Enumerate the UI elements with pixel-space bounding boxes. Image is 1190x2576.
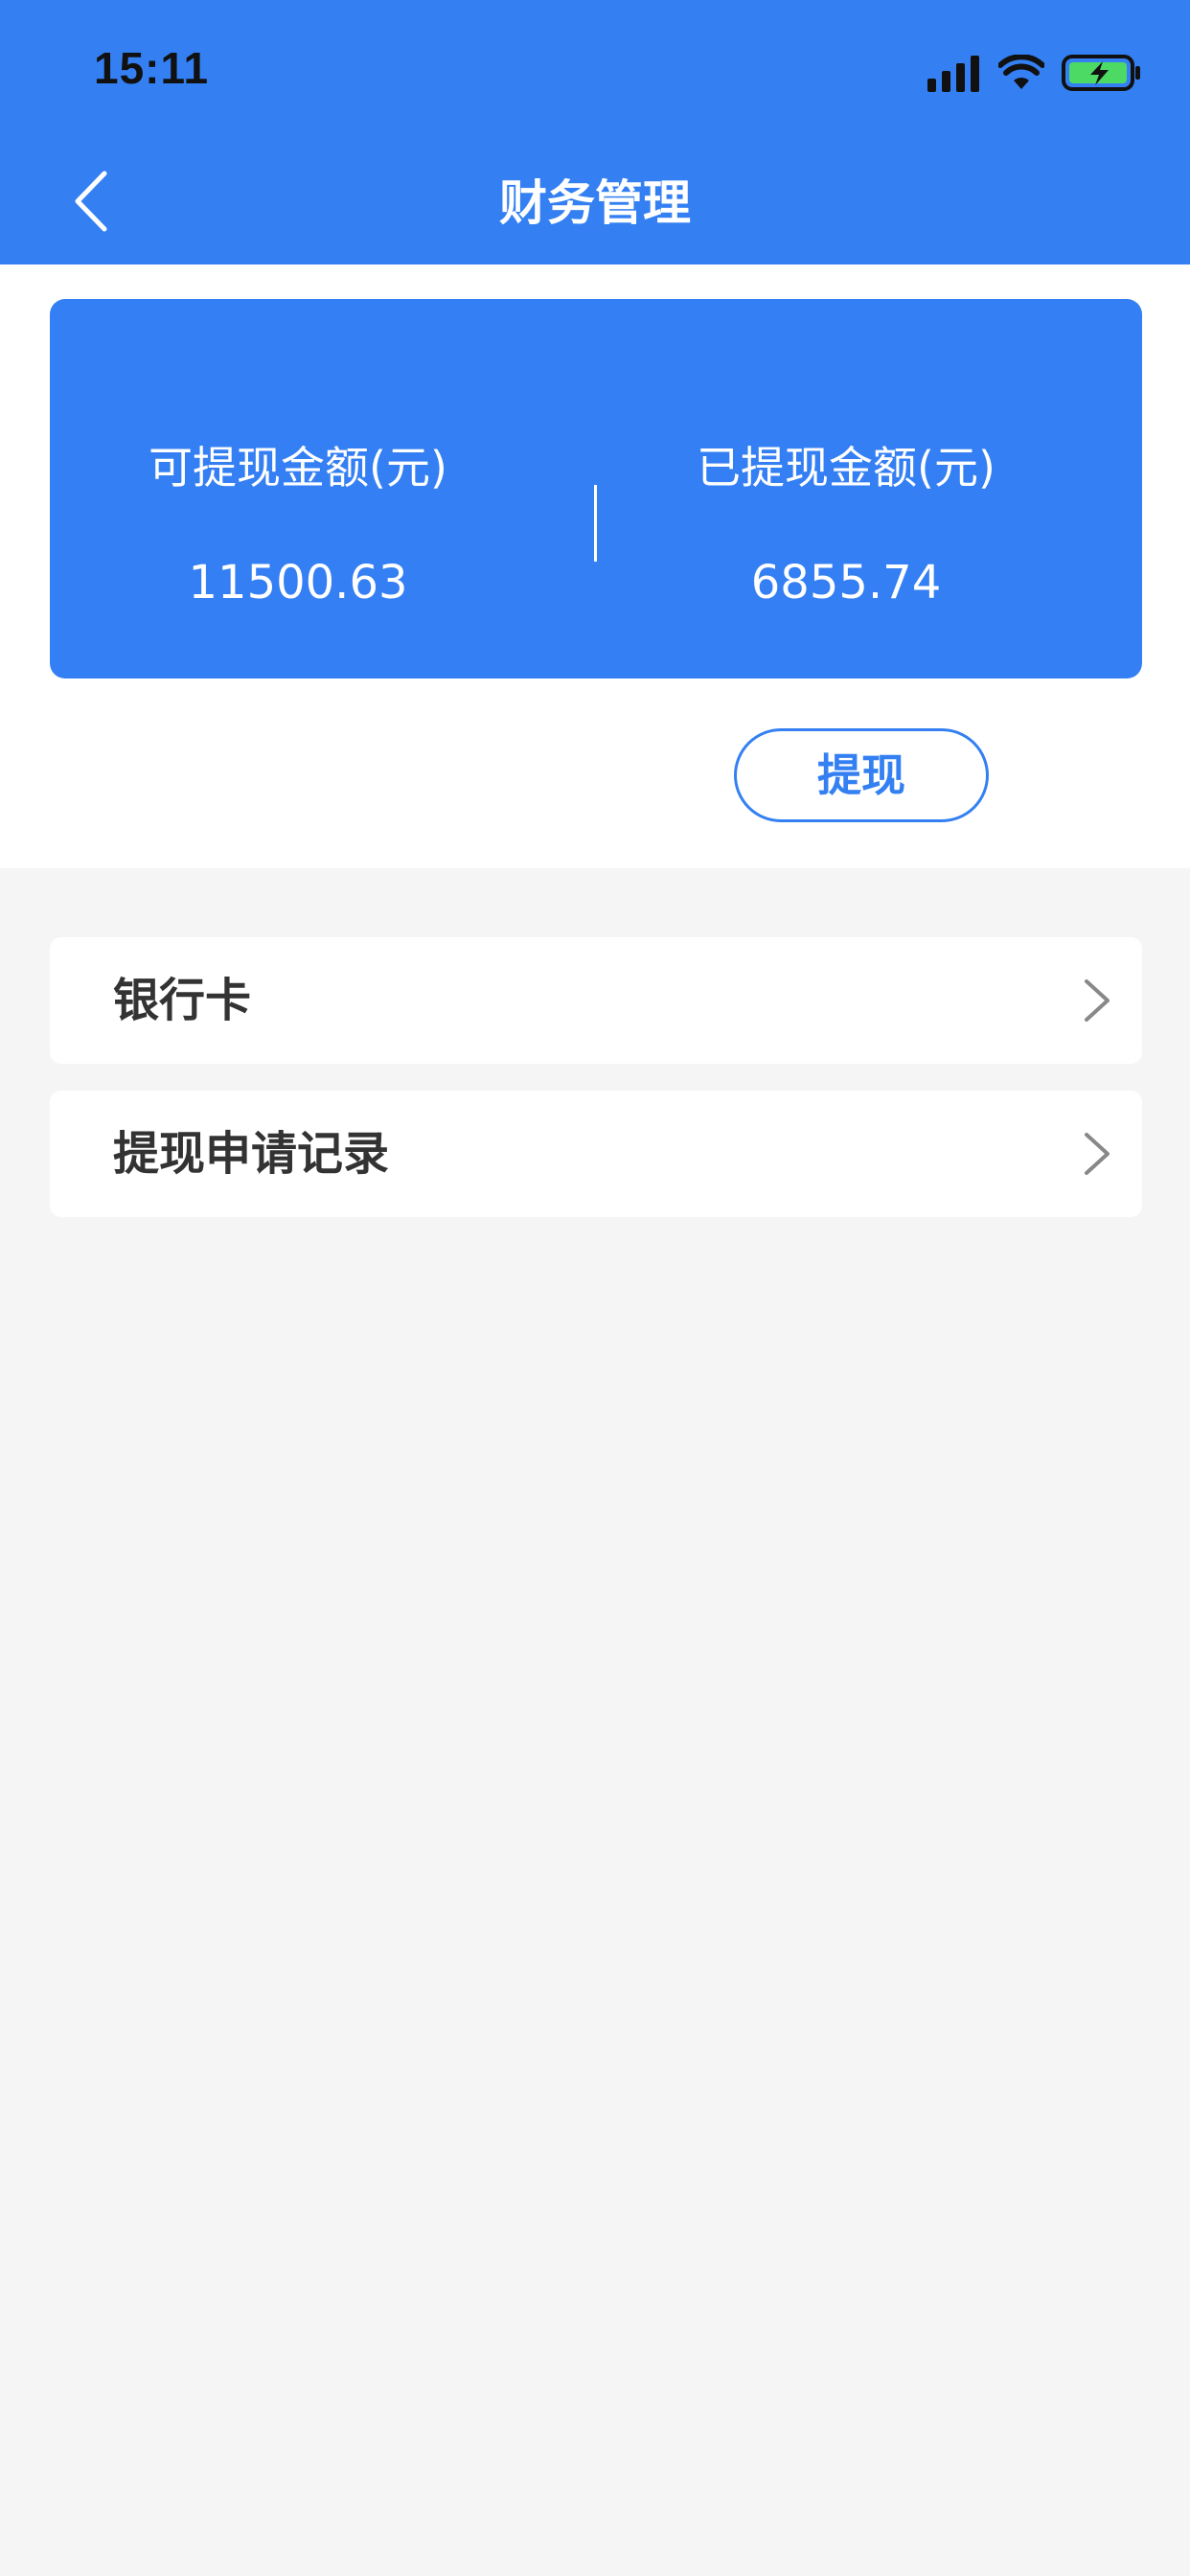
- withdrawn-balance-label: 已提现金额(元): [697, 442, 995, 494]
- status-time: 15:11: [94, 43, 210, 93]
- available-balance-value: 11500.63: [188, 556, 408, 610]
- app-header: 15:11 财务管理: [0, 0, 1190, 264]
- menu-item-bank-card[interactable]: 银行卡: [50, 937, 1142, 1064]
- available-balance: 可提现金额(元) 11500.63: [50, 299, 596, 678]
- menu-item-withdraw-records[interactable]: 提现申请记录: [50, 1091, 1142, 1217]
- chevron-right-icon: [1085, 979, 1110, 1022]
- menu-item-label: 提现申请记录: [113, 1127, 390, 1181]
- signal-icon: [927, 56, 979, 92]
- withdrawn-balance: 已提现金额(元) 6855.74: [596, 299, 1142, 678]
- balance-card: 可提现金额(元) 11500.63 已提现金额(元) 6855.74: [50, 299, 1142, 678]
- wifi-icon: [998, 55, 1044, 89]
- page-title: 财务管理: [499, 175, 691, 231]
- menu-item-label: 银行卡: [113, 974, 252, 1027]
- withdraw-button[interactable]: 提现: [734, 728, 989, 822]
- status-icons: [927, 50, 1142, 96]
- summary-section: 可提现金额(元) 11500.63 已提现金额(元) 6855.74 提现: [0, 264, 1190, 868]
- withdrawn-balance-value: 6855.74: [750, 556, 942, 610]
- battery-icon: [1062, 55, 1140, 91]
- available-balance-label: 可提现金额(元): [149, 442, 447, 494]
- chevron-right-icon: [1085, 1133, 1110, 1175]
